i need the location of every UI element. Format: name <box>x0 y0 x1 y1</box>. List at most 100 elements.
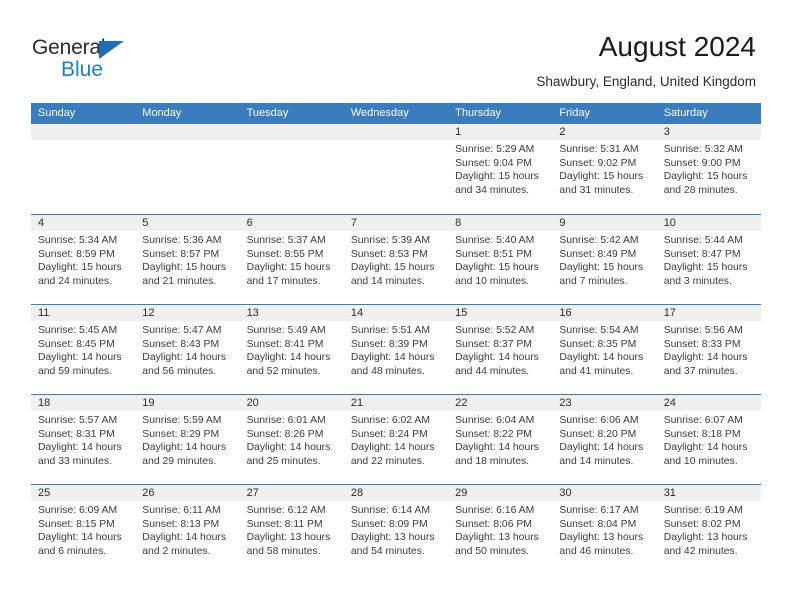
weekday-header-thursday: Thursday <box>455 107 501 119</box>
day-cell-28[interactable]: 28 Sunrise: 6:14 AM Sunset: 8:09 PM Dayligh… <box>343 485 449 574</box>
day-detail-line: Sunset: 8:02 PM <box>663 518 741 530</box>
day-cell-21[interactable]: 21 Sunrise: 6:02 AM Sunset: 8:24 PM Dayligh… <box>343 395 449 484</box>
day-detail-line: Sunrise: 6:16 AM <box>455 505 535 516</box>
day-cell-13[interactable]: 13 Sunrise: 5:49 AM Sunset: 8:41 PM Dayligh… <box>239 305 344 394</box>
day-detail-lines: Sunrise: 5:32 AM Sunset: 9:00 PM Daylight:… <box>657 140 761 197</box>
day-number: 7 <box>343 215 449 231</box>
day-detail-line: and 34 minutes. <box>455 184 530 196</box>
day-cell-5[interactable]: 5 Sunrise: 5:36 AM Sunset: 8:57 PM Daylight… <box>135 215 240 304</box>
day-number <box>135 124 240 140</box>
day-detail-line: Sunset: 8:15 PM <box>38 518 115 530</box>
day-cell-15[interactable]: 15 Sunrise: 5:52 AM Sunset: 8:37 PM Dayligh… <box>448 305 553 394</box>
day-cell-4[interactable]: 4 Sunrise: 5:34 AM Sunset: 8:59 PM Daylight… <box>31 215 136 304</box>
day-detail-line: Sunset: 8:55 PM <box>246 248 324 260</box>
day-detail-line: and 14 minutes. <box>350 275 425 287</box>
day-detail-line: and 14 minutes. <box>559 455 634 467</box>
day-detail-line: and 2 minutes. <box>142 545 211 557</box>
day-detail-line: Sunset: 8:18 PM <box>663 428 741 440</box>
day-detail-line: and 3 minutes. <box>663 275 732 287</box>
day-cell-17[interactable]: 17 Sunrise: 5:56 AM Sunset: 8:33 PM Dayligh… <box>656 305 761 394</box>
day-detail-line: and 24 minutes. <box>38 275 112 287</box>
day-cell-8[interactable]: 8 Sunrise: 5:40 AM Sunset: 8:51 PM Daylight… <box>448 215 553 304</box>
day-detail-lines: Sunrise: 5:49 AM Sunset: 8:41 PM Daylight:… <box>240 321 344 378</box>
day-detail-line: Sunrise: 6:12 AM <box>246 505 326 516</box>
day-detail-line: Sunrise: 5:49 AM <box>246 325 326 336</box>
day-detail-lines: Sunrise: 6:01 AM Sunset: 8:26 PM Daylight:… <box>240 411 344 468</box>
day-detail-line: and 7 minutes. <box>559 275 628 287</box>
day-cell-31[interactable]: 31 Sunrise: 6:19 AM Sunset: 8:02 PM Dayligh… <box>656 485 761 574</box>
weekday-header-tuesday: Tuesday <box>246 107 289 119</box>
day-cell-24[interactable]: 24 Sunrise: 6:07 AM Sunset: 8:18 PM Dayligh… <box>656 395 761 484</box>
day-cell-23[interactable]: 23 Sunrise: 6:06 AM Sunset: 8:20 PM Dayligh… <box>552 395 657 484</box>
day-detail-line: Sunrise: 6:07 AM <box>663 415 743 426</box>
day-cell-26[interactable]: 26 Sunrise: 6:11 AM Sunset: 8:13 PM Dayligh… <box>135 485 240 574</box>
day-cell-10[interactable]: 10 Sunrise: 5:44 AM Sunset: 8:47 PM Dayligh… <box>656 215 761 304</box>
day-detail-line: Daylight: 14 hours <box>246 442 331 454</box>
day-cell-3[interactable]: 3 Sunrise: 5:32 AM Sunset: 9:00 PM Daylight… <box>656 124 761 214</box>
day-number: 2 <box>552 124 657 140</box>
day-detail-line: Sunset: 9:04 PM <box>455 157 532 169</box>
day-detail-line: Sunrise: 5:47 AM <box>142 325 222 336</box>
day-cell-1[interactable]: 1 Sunrise: 5:29 AM Sunset: 9:04 PM Daylight… <box>448 124 553 214</box>
day-detail-line: and 42 minutes. <box>663 545 738 557</box>
day-detail-lines <box>31 140 135 143</box>
calendar-week-row: 4 Sunrise: 5:34 AM Sunset: 8:59 PM Daylight… <box>31 214 761 304</box>
day-detail-line: Sunrise: 5:36 AM <box>142 235 222 246</box>
day-detail-line: Sunset: 8:35 PM <box>559 338 637 350</box>
day-detail-line: Sunset: 8:41 PM <box>246 338 324 350</box>
day-cell-22[interactable]: 22 Sunrise: 6:04 AM Sunset: 8:22 PM Dayligh… <box>448 395 553 484</box>
day-detail-line: Sunrise: 6:01 AM <box>246 415 326 426</box>
day-number: 14 <box>343 305 449 321</box>
day-detail-line: Sunset: 8:20 PM <box>559 428 637 440</box>
day-number: 18 <box>31 395 136 411</box>
day-detail-lines: Sunrise: 6:14 AM Sunset: 8:09 PM Daylight:… <box>344 501 448 558</box>
day-detail-line: Sunset: 8:31 PM <box>38 428 115 440</box>
day-detail-line: Daylight: 15 hours <box>38 262 122 274</box>
day-detail-line: Sunrise: 5:40 AM <box>455 235 535 246</box>
day-cell-14[interactable]: 14 Sunrise: 5:51 AM Sunset: 8:39 PM Dayligh… <box>343 305 449 394</box>
day-cell-16[interactable]: 16 Sunrise: 5:54 AM Sunset: 8:35 PM Dayligh… <box>552 305 657 394</box>
day-detail-lines: Sunrise: 6:11 AM Sunset: 8:13 PM Daylight:… <box>135 501 239 558</box>
day-cell-6[interactable]: 6 Sunrise: 5:37 AM Sunset: 8:55 PM Daylight… <box>239 215 344 304</box>
day-detail-line: Daylight: 15 hours <box>455 171 539 183</box>
day-cell-9[interactable]: 9 Sunrise: 5:42 AM Sunset: 8:49 PM Daylight… <box>552 215 657 304</box>
title-block: August 2024 Shawbury, England, United Ki… <box>536 30 756 90</box>
day-cell-2[interactable]: 2 Sunrise: 5:31 AM Sunset: 9:02 PM Daylight… <box>552 124 657 214</box>
day-detail-line: Daylight: 13 hours <box>455 532 539 544</box>
day-detail-line: and 17 minutes. <box>246 275 321 287</box>
day-detail-line: Sunset: 8:37 PM <box>455 338 532 350</box>
day-detail-lines: Sunrise: 5:57 AM Sunset: 8:31 PM Daylight:… <box>31 411 135 468</box>
general-blue-logo[interactable]: General Blue <box>32 36 152 84</box>
day-cell-25[interactable]: 25 Sunrise: 6:09 AM Sunset: 8:15 PM Dayligh… <box>31 485 136 574</box>
day-number: 26 <box>135 485 240 501</box>
day-cell-27[interactable]: 27 Sunrise: 6:12 AM Sunset: 8:11 PM Dayligh… <box>239 485 344 574</box>
day-detail-line: Sunset: 8:22 PM <box>455 428 532 440</box>
day-cell-29[interactable]: 29 Sunrise: 6:16 AM Sunset: 8:06 PM Dayligh… <box>448 485 553 574</box>
day-cell-7[interactable]: 7 Sunrise: 5:39 AM Sunset: 8:53 PM Daylight… <box>343 215 449 304</box>
day-cell-30[interactable]: 30 Sunrise: 6:17 AM Sunset: 8:04 PM Dayligh… <box>552 485 657 574</box>
day-detail-line: Sunrise: 5:32 AM <box>663 144 743 155</box>
day-detail-line: Sunset: 8:57 PM <box>142 248 220 260</box>
day-detail-line: Daylight: 13 hours <box>663 532 748 544</box>
day-detail-line: Daylight: 14 hours <box>455 442 539 454</box>
day-detail-line: and 18 minutes. <box>455 455 530 467</box>
calendar-week-row: 18 Sunrise: 5:57 AM Sunset: 8:31 PM Dayligh… <box>31 394 761 484</box>
day-cell-12[interactable]: 12 Sunrise: 5:47 AM Sunset: 8:43 PM Dayligh… <box>135 305 240 394</box>
day-number: 29 <box>448 485 553 501</box>
day-detail-line: Daylight: 14 hours <box>663 442 748 454</box>
day-detail-line: Sunrise: 5:51 AM <box>350 325 430 336</box>
day-detail-line: Sunrise: 5:57 AM <box>38 415 118 426</box>
day-number: 23 <box>552 395 657 411</box>
day-detail-lines <box>240 140 344 143</box>
day-cell-19[interactable]: 19 Sunrise: 5:59 AM Sunset: 8:29 PM Dayligh… <box>135 395 240 484</box>
day-cell-empty <box>135 124 240 214</box>
day-cell-20[interactable]: 20 Sunrise: 6:01 AM Sunset: 8:26 PM Dayligh… <box>239 395 344 484</box>
day-detail-line: and 33 minutes. <box>38 455 112 467</box>
day-cell-18[interactable]: 18 Sunrise: 5:57 AM Sunset: 8:31 PM Dayligh… <box>31 395 136 484</box>
day-cell-11[interactable]: 11 Sunrise: 5:45 AM Sunset: 8:45 PM Dayligh… <box>31 305 136 394</box>
day-detail-line: Sunset: 8:53 PM <box>350 248 428 260</box>
day-detail-line: Sunrise: 5:42 AM <box>559 235 639 246</box>
day-detail-lines: Sunrise: 5:47 AM Sunset: 8:43 PM Daylight:… <box>135 321 239 378</box>
day-detail-line: Sunrise: 5:45 AM <box>38 325 118 336</box>
day-detail-line: Daylight: 15 hours <box>246 262 331 274</box>
